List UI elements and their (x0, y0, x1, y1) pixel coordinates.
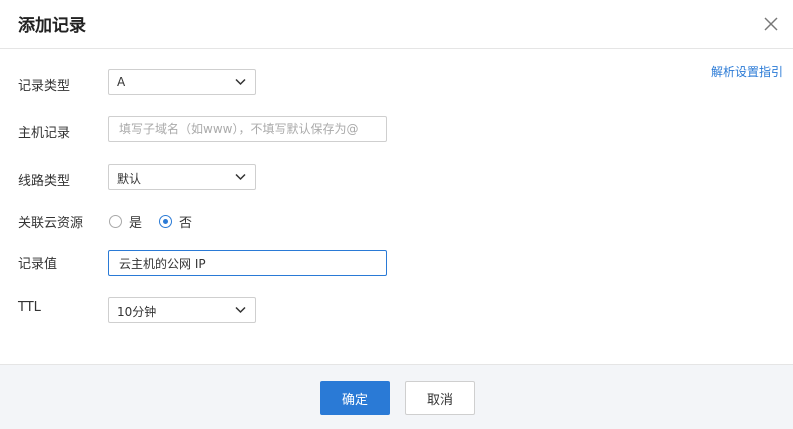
line-type-label: 线路类型 (18, 174, 71, 189)
chevron-down-icon (235, 78, 246, 86)
ttl-select[interactable]: 10分钟 (108, 297, 256, 323)
radio-label: 否 (179, 215, 193, 231)
record-type-select[interactable]: A (108, 69, 256, 95)
record-value-input[interactable] (108, 250, 387, 276)
chevron-down-icon (235, 306, 246, 314)
cancel-button[interactable]: 取消 (405, 381, 475, 415)
chevron-down-icon (235, 173, 246, 181)
line-type-value: 默认 (117, 172, 142, 186)
ttl-value: 10分钟 (117, 305, 157, 319)
dialog-footer: 确定 取消 (0, 364, 793, 429)
confirm-button[interactable]: 确定 (320, 381, 390, 415)
linked-resource-yes-radio[interactable]: 是 (109, 212, 143, 231)
dialog-header: 添加记录 (0, 0, 793, 49)
add-record-dialog: 添加记录 解析设置指引 记录类型 A 主机记录 线路类型 默认 关联云资源 是 (0, 0, 793, 429)
dialog-title: 添加记录 (18, 16, 86, 36)
linked-resource-no-radio[interactable]: 否 (159, 212, 193, 231)
close-icon (764, 17, 778, 31)
radio-unchecked-icon (109, 214, 122, 228)
host-record-label: 主机记录 (18, 126, 71, 141)
radio-label: 是 (129, 215, 143, 231)
record-type-label: 记录类型 (18, 79, 71, 94)
ttl-label: TTL (18, 300, 41, 315)
close-button[interactable] (761, 14, 781, 34)
radio-checked-icon (159, 214, 172, 228)
record-type-value: A (117, 75, 126, 89)
record-value-label: 记录值 (18, 257, 58, 272)
line-type-select[interactable]: 默认 (108, 164, 256, 190)
setup-guide-link[interactable]: 解析设置指引 (711, 63, 783, 80)
linked-resource-label: 关联云资源 (18, 216, 84, 231)
host-record-input[interactable] (108, 116, 387, 142)
